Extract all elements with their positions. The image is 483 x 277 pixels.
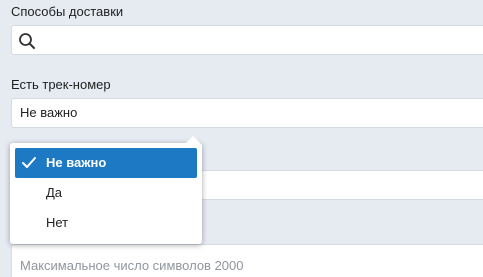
dropdown-option-yes[interactable]: Да: [15, 178, 197, 208]
dropdown-option-label: Да: [46, 185, 63, 200]
tracking-number-select[interactable]: Не важно: [11, 98, 483, 128]
dropdown-arrow: [186, 136, 200, 143]
dropdown-option-any[interactable]: Не важно: [15, 148, 197, 178]
delivery-methods-label: Способы доставки: [11, 4, 124, 19]
tracking-number-dropdown: Не важно Да Нет: [10, 136, 202, 244]
check-icon: [22, 157, 36, 168]
dropdown-option-label: Не важно: [46, 155, 107, 170]
comment-placeholder: Максимальное число символов 2000: [20, 258, 244, 273]
comment-textarea[interactable]: Максимальное число символов 2000: [11, 244, 483, 277]
dropdown-option-label: Нет: [46, 215, 69, 230]
tracking-number-label: Есть трек-номер: [11, 77, 111, 92]
dropdown-option-no[interactable]: Нет: [15, 208, 197, 238]
delivery-search-field[interactable]: [11, 25, 483, 55]
tracking-number-selected-value: Не важно: [20, 105, 78, 120]
search-icon: [19, 33, 35, 49]
